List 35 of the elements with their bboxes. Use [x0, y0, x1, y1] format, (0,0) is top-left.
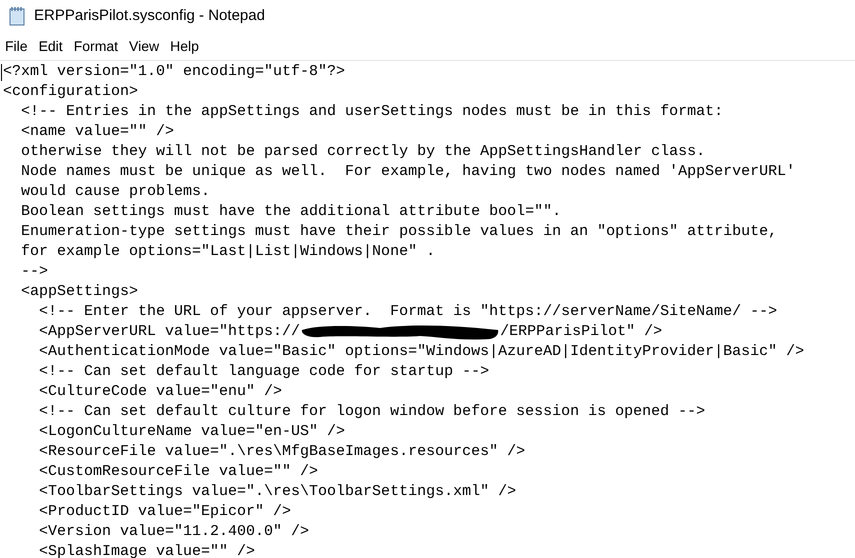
code-line: for example options="Last|List|Windows|None" . — [20, 242, 436, 262]
code-line: Boolean settings must have the additional attribute bool="". — [20, 202, 562, 222]
menu-item[interactable]: View — [125, 36, 164, 56]
notepad-icon — [8, 6, 26, 26]
code-line: <?xml version="1.0" encoding="utf-8"?> — [3, 62, 346, 82]
code-line: <!-- Can set default language code for startup --> — [38, 362, 490, 382]
menu-item[interactable]: Format — [70, 36, 122, 56]
code-line: <name value="" /> — [20, 122, 174, 142]
code-line: Node names must be unique as well. For example, having two nodes named 'AppServerURL' — [20, 162, 796, 182]
code-line: would cause problems. — [20, 182, 210, 202]
code-line: otherwise they will not be parsed correctly by the AppSettingsHandler class. — [20, 142, 706, 162]
menu-item[interactable]: Edit — [34, 36, 67, 56]
code-line: <!-- Can set default culture for logon window before session is opened --> — [38, 402, 706, 422]
text-cursor — [1, 64, 2, 81]
code-line: <CustomResourceFile value="" /> — [38, 462, 318, 482]
code-line: <!-- Enter the URL of your appserver. Format is "https://serverName/SiteName/ --> — [38, 302, 778, 322]
code-line: <SplashImage value="" /> — [38, 542, 256, 558]
code-line: <Version value="11.2.400.0" /> — [38, 522, 310, 542]
code-line: Enumeration-type settings must have their possible values in an "options" attribute, — [20, 222, 778, 242]
code-line: <AuthenticationMode value="Basic" options="Windows|AzureAD|IdentityProvider|Basic" /> — [38, 342, 804, 362]
code-line: <LogonCultureName value="en-US" /> — [38, 422, 346, 442]
text-editor[interactable] — [0, 60, 855, 558]
code-line: <CultureCode value="enu" /> — [38, 382, 282, 402]
code-line: <!-- Entries in the appSettings and userSettings nodes must be in this format: — [20, 102, 724, 122]
window-title: ERPParisPilot.sysconfig - Notepad — [34, 6, 265, 26]
code-line: <ToolbarSettings value=".\res\ToolbarSettings.xml" /> — [38, 482, 516, 502]
code-line: /ERPParisPilot" /> — [500, 322, 662, 342]
code-line: <configuration> — [3, 82, 138, 102]
code-line: <AppServerURL value="https:// — [38, 322, 300, 342]
code-line: <appSettings> — [20, 282, 138, 302]
menu-item[interactable]: File — [1, 36, 32, 56]
code-line: <ResourceFile value=".\res\MfgBaseImages.resources" /> — [38, 442, 526, 462]
code-line: <ProductID value="Epicor" /> — [38, 502, 292, 522]
code-line: --> — [20, 262, 48, 282]
menu-item[interactable]: Help — [166, 36, 203, 56]
